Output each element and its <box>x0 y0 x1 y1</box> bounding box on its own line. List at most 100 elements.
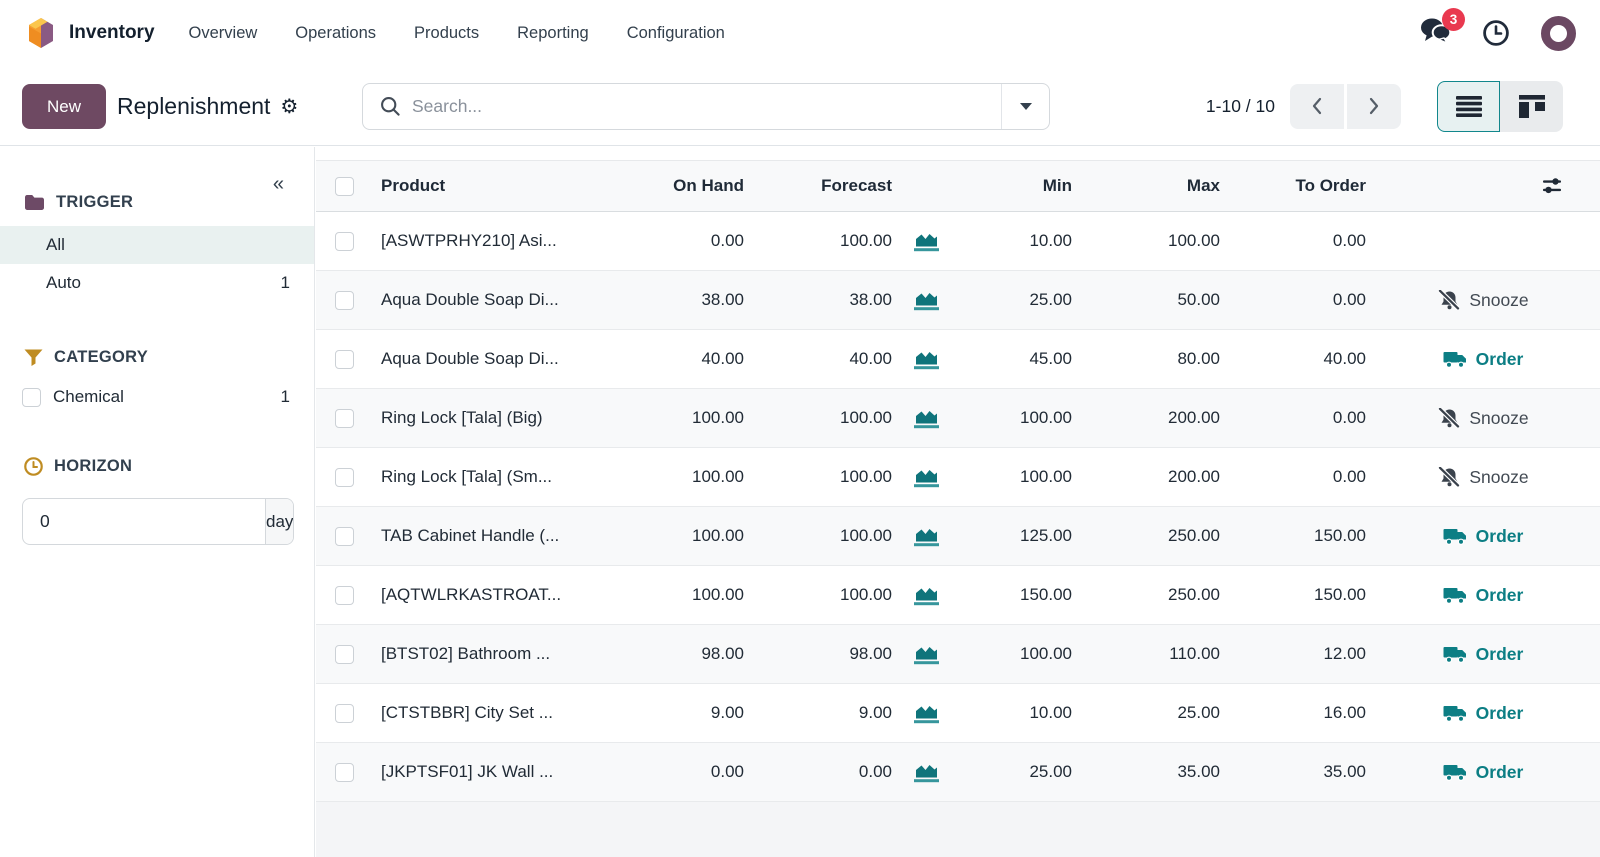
forecast-report-button[interactable] <box>892 231 944 252</box>
order-button[interactable]: Order <box>1443 644 1524 665</box>
row-checkbox[interactable] <box>335 468 354 487</box>
cell-on-hand[interactable]: 100.00 <box>624 526 744 546</box>
view-settings-gear-icon[interactable]: ⚙ <box>280 94 298 119</box>
collapse-sidebar-icon[interactable]: « <box>273 173 284 196</box>
row-checkbox[interactable] <box>335 232 354 251</box>
snooze-button[interactable]: Snooze <box>1437 408 1528 429</box>
cell-on-hand[interactable]: 0.00 <box>624 231 744 251</box>
cell-forecast[interactable]: 9.00 <box>744 703 892 723</box>
forecast-report-button[interactable] <box>892 526 944 547</box>
cell-on-hand[interactable]: 100.00 <box>624 585 744 605</box>
column-header-max[interactable]: Max <box>1072 176 1220 196</box>
cell-on-hand[interactable]: 0.00 <box>624 762 744 782</box>
cell-forecast[interactable]: 38.00 <box>744 290 892 310</box>
column-header-forecast[interactable]: Forecast <box>744 176 892 196</box>
pager-next-button[interactable] <box>1347 84 1401 129</box>
column-header-to-order[interactable]: To Order <box>1220 176 1366 196</box>
cell-to-order[interactable]: 16.00 <box>1220 703 1366 723</box>
cell-min[interactable]: 10.00 <box>944 231 1072 251</box>
filter-category-chemical[interactable]: Chemical 1 <box>0 379 314 415</box>
cell-on-hand[interactable]: 9.00 <box>624 703 744 723</box>
order-button[interactable]: Order <box>1443 703 1524 724</box>
cell-max[interactable]: 200.00 <box>1072 467 1220 487</box>
row-checkbox[interactable] <box>335 291 354 310</box>
cell-min[interactable]: 45.00 <box>944 349 1072 369</box>
pager-previous-button[interactable] <box>1290 84 1344 129</box>
cell-min[interactable]: 150.00 <box>944 585 1072 605</box>
cell-to-order[interactable]: 0.00 <box>1220 408 1366 428</box>
cell-max[interactable]: 250.00 <box>1072 585 1220 605</box>
cell-product[interactable]: [AQTWLRKASTROAT... <box>372 585 624 605</box>
cell-product[interactable]: Ring Lock [Tala] (Sm... <box>372 467 624 487</box>
cell-product[interactable]: Aqua Double Soap Di... <box>372 349 624 369</box>
cell-to-order[interactable]: 150.00 <box>1220 526 1366 546</box>
forecast-report-button[interactable] <box>892 467 944 488</box>
app-brand[interactable]: Inventory <box>24 16 155 50</box>
row-checkbox[interactable] <box>335 350 354 369</box>
cell-min[interactable]: 125.00 <box>944 526 1072 546</box>
cell-forecast[interactable]: 100.00 <box>744 231 892 251</box>
cell-to-order[interactable]: 0.00 <box>1220 290 1366 310</box>
cell-max[interactable]: 110.00 <box>1072 644 1220 664</box>
cell-forecast[interactable]: 100.00 <box>744 467 892 487</box>
cell-on-hand[interactable]: 100.00 <box>624 408 744 428</box>
row-checkbox[interactable] <box>335 645 354 664</box>
column-header-product[interactable]: Product <box>372 176 624 196</box>
forecast-report-button[interactable] <box>892 703 944 724</box>
cell-to-order[interactable]: 0.00 <box>1220 231 1366 251</box>
order-button[interactable]: Order <box>1443 762 1524 783</box>
user-avatar[interactable] <box>1541 16 1576 51</box>
cell-product[interactable]: Ring Lock [Tala] (Big) <box>372 408 624 428</box>
cell-max[interactable]: 25.00 <box>1072 703 1220 723</box>
category-checkbox[interactable] <box>22 388 41 407</box>
activities-button[interactable] <box>1482 19 1510 47</box>
cell-to-order[interactable]: 40.00 <box>1220 349 1366 369</box>
menu-item-products[interactable]: Products <box>414 24 479 43</box>
snooze-button[interactable]: Snooze <box>1437 467 1528 488</box>
kanban-view-button[interactable] <box>1500 81 1563 132</box>
order-button[interactable]: Order <box>1443 526 1524 547</box>
column-header-on-hand[interactable]: On Hand <box>624 176 744 196</box>
cell-min[interactable]: 100.00 <box>944 644 1072 664</box>
search-dropdown-toggle[interactable] <box>1001 84 1049 129</box>
cell-product[interactable]: [JKPTSF01] JK Wall ... <box>372 762 624 782</box>
cell-forecast[interactable]: 98.00 <box>744 644 892 664</box>
list-view-button[interactable] <box>1437 81 1500 132</box>
cell-product[interactable]: [CTSTBBR] City Set ... <box>372 703 624 723</box>
cell-min[interactable]: 25.00 <box>944 290 1072 310</box>
cell-forecast[interactable]: 100.00 <box>744 526 892 546</box>
cell-on-hand[interactable]: 100.00 <box>624 467 744 487</box>
cell-forecast[interactable]: 40.00 <box>744 349 892 369</box>
menu-item-overview[interactable]: Overview <box>189 24 258 43</box>
row-checkbox[interactable] <box>335 409 354 428</box>
menu-item-operations[interactable]: Operations <box>295 24 376 43</box>
filter-trigger-auto[interactable]: Auto 1 <box>0 264 314 302</box>
cell-forecast[interactable]: 100.00 <box>744 585 892 605</box>
cell-min[interactable]: 10.00 <box>944 703 1072 723</box>
row-checkbox[interactable] <box>335 704 354 723</box>
cell-max[interactable]: 80.00 <box>1072 349 1220 369</box>
forecast-report-button[interactable] <box>892 349 944 370</box>
cell-on-hand[interactable]: 40.00 <box>624 349 744 369</box>
cell-min[interactable]: 100.00 <box>944 467 1072 487</box>
cell-on-hand[interactable]: 98.00 <box>624 644 744 664</box>
cell-to-order[interactable]: 12.00 <box>1220 644 1366 664</box>
order-button[interactable]: Order <box>1443 349 1524 370</box>
cell-product[interactable]: [BTST02] Bathroom ... <box>372 644 624 664</box>
cell-max[interactable]: 200.00 <box>1072 408 1220 428</box>
menu-item-reporting[interactable]: Reporting <box>517 24 589 43</box>
menu-item-configuration[interactable]: Configuration <box>627 24 725 43</box>
row-checkbox[interactable] <box>335 586 354 605</box>
new-button[interactable]: New <box>22 84 106 129</box>
row-checkbox[interactable] <box>335 763 354 782</box>
cell-max[interactable]: 250.00 <box>1072 526 1220 546</box>
forecast-report-button[interactable] <box>892 644 944 665</box>
cell-forecast[interactable]: 100.00 <box>744 408 892 428</box>
cell-product[interactable]: TAB Cabinet Handle (... <box>372 526 624 546</box>
order-button[interactable]: Order <box>1443 585 1524 606</box>
filter-trigger-all[interactable]: All <box>0 226 314 264</box>
cell-product[interactable]: Aqua Double Soap Di... <box>372 290 624 310</box>
cell-product[interactable]: [ASWTPRHY210] Asi... <box>372 231 624 251</box>
cell-to-order[interactable]: 35.00 <box>1220 762 1366 782</box>
snooze-button[interactable]: Snooze <box>1437 290 1528 311</box>
